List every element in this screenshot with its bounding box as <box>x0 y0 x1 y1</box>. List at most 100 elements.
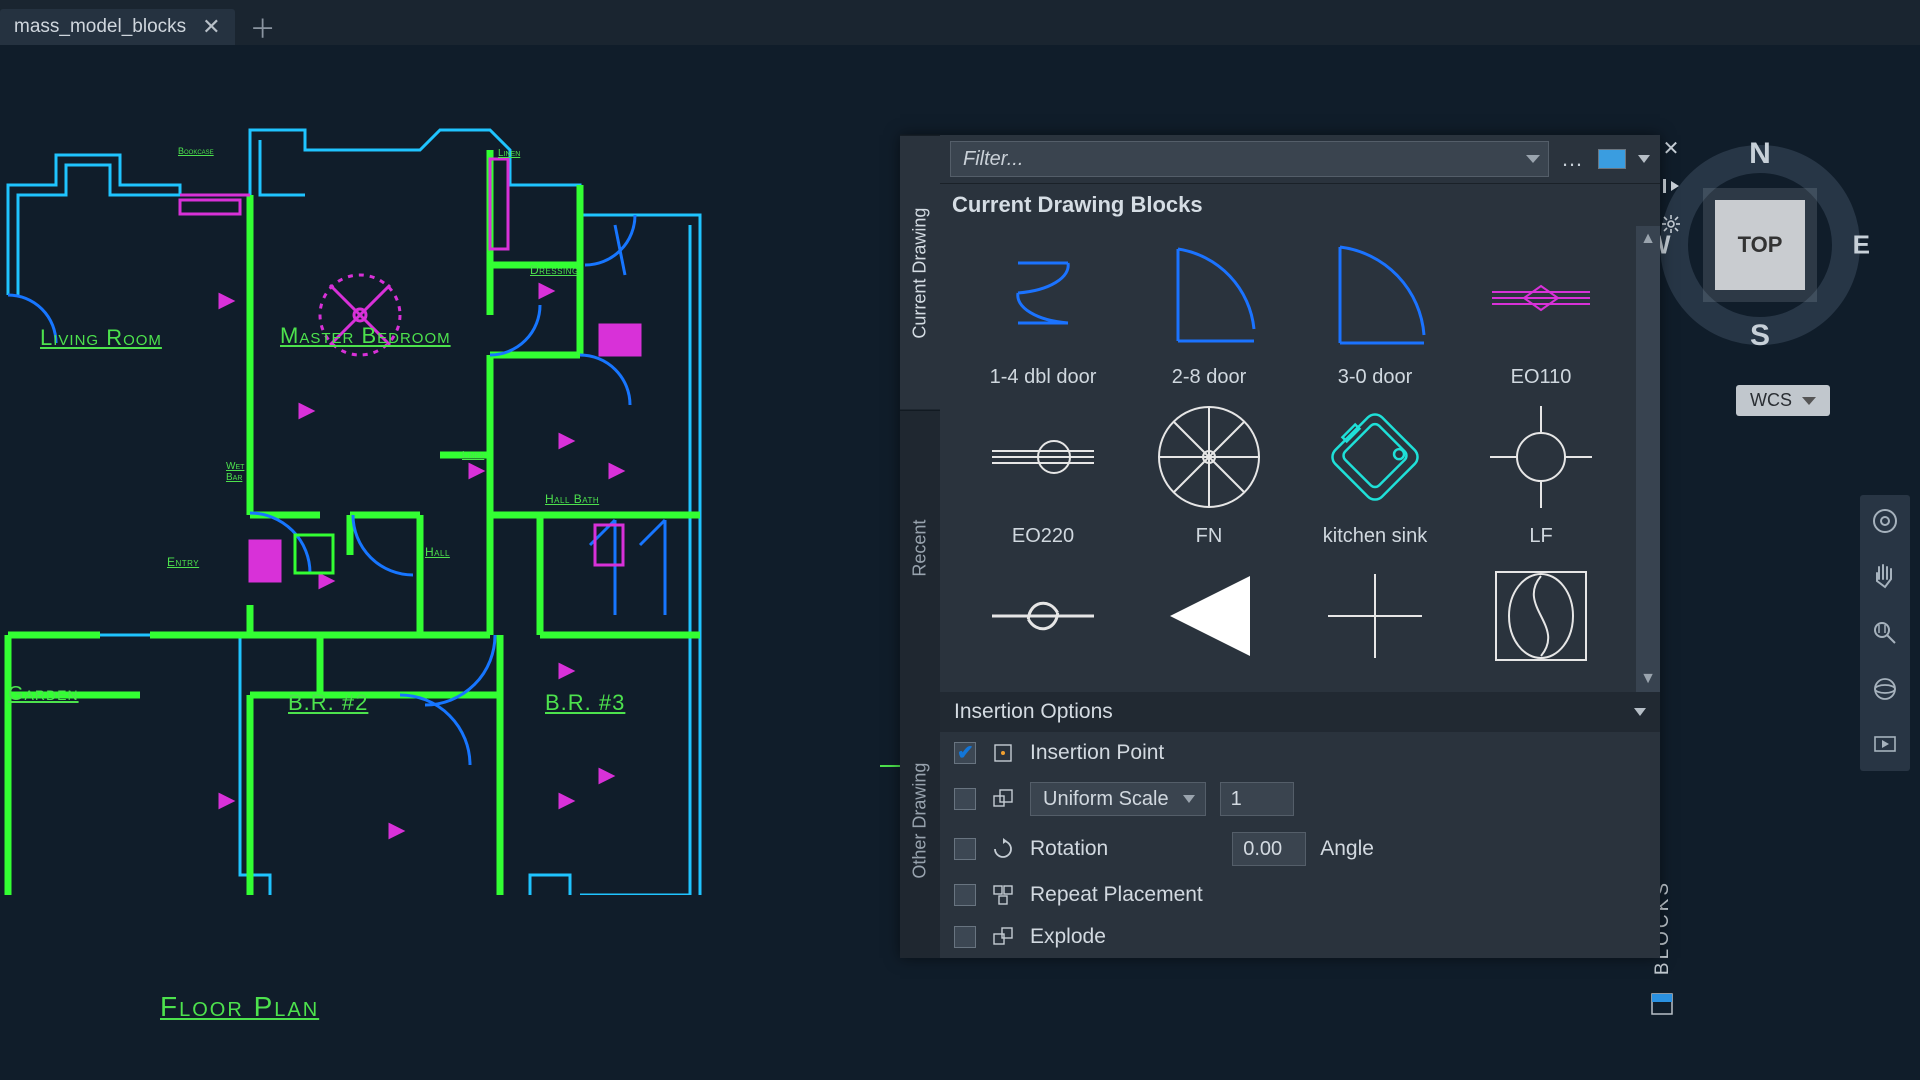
scale-icon <box>990 786 1016 812</box>
filter-placeholder: Filter... <box>963 148 1023 171</box>
room-label-dressing: Dressing <box>530 263 579 277</box>
palette-settings-icon[interactable] <box>1658 211 1684 237</box>
block-item-28-door[interactable]: 2-8 door <box>1126 234 1292 393</box>
room-label-bookcase: Bookcase <box>178 146 214 156</box>
block-label: FN <box>1196 525 1223 548</box>
close-tab-icon[interactable]: ✕ <box>202 14 220 40</box>
coord-label: WCS <box>1750 390 1792 411</box>
browse-button[interactable]: … <box>1561 146 1586 172</box>
chevron-down-icon <box>1634 708 1646 716</box>
thumbnail-style-icon[interactable] <box>1598 149 1626 169</box>
side-tab-current-drawing[interactable]: Current Drawing <box>900 135 940 410</box>
room-label-hall: Hall <box>425 545 450 559</box>
orbit-icon[interactable] <box>1869 673 1901 705</box>
navigation-bar <box>1860 495 1910 771</box>
room-label-linen2: Linen <box>462 450 484 461</box>
option-repeat: Repeat Placement <box>940 874 1660 916</box>
block-item-lf[interactable]: LF <box>1458 393 1624 552</box>
block-label: EO110 <box>1511 366 1572 389</box>
show-motion-icon[interactable] <box>1869 729 1901 761</box>
scroll-down-icon[interactable]: ▼ <box>1636 666 1660 692</box>
option-scale: Uniform Scale 1 <box>940 774 1660 824</box>
scale-checkbox[interactable] <box>954 788 976 810</box>
scale-value-input[interactable]: 1 <box>1220 782 1294 816</box>
new-tab-button[interactable]: ＋ <box>245 9 281 45</box>
rotation-label: Rotation <box>1030 837 1108 861</box>
block-label: 2-8 door <box>1172 366 1247 389</box>
room-label-living: Living Room <box>40 325 162 351</box>
room-label-linen1: Linen <box>498 148 520 159</box>
room-label-garden: Garden <box>8 683 79 706</box>
palette-properties-icon[interactable] <box>1648 990 1676 1023</box>
scale-mode-select[interactable]: Uniform Scale <box>1030 782 1206 816</box>
option-explode: Explode <box>940 916 1660 958</box>
palette-side-tabs: Current Drawing Recent Other Drawing <box>900 135 940 958</box>
room-label-br3: B.R. #3 <box>545 690 625 716</box>
viewcube-south[interactable]: S <box>1750 319 1770 353</box>
insertion-point-checkbox[interactable] <box>954 742 976 764</box>
option-rotation: Rotation 0.00 Angle <box>940 824 1660 874</box>
repeat-label: Repeat Placement <box>1030 883 1203 907</box>
options-title: Insertion Options <box>954 700 1113 724</box>
block-item-30-door[interactable]: 3-0 door <box>1292 234 1458 393</box>
viewcube-north[interactable]: N <box>1749 137 1771 171</box>
coordinate-system-dropdown[interactable]: WCS <box>1736 385 1830 416</box>
chevron-down-icon <box>1183 795 1195 803</box>
side-tab-other-drawing[interactable]: Other Drawing <box>900 684 940 958</box>
side-tab-recent[interactable]: Recent <box>900 410 940 685</box>
close-palette-icon[interactable]: ✕ <box>1658 135 1684 161</box>
rotation-value-input[interactable]: 0.00 <box>1232 832 1306 866</box>
chevron-down-icon[interactable] <box>1526 155 1540 163</box>
block-item-9[interactable] <box>960 552 1126 688</box>
document-tab[interactable]: mass_model_blocks ✕ <box>0 9 235 45</box>
section-title: Current Drawing Blocks <box>940 184 1660 226</box>
room-label-wetbar: Wet Bar <box>226 461 244 483</box>
room-label-br2: B.R. #2 <box>288 690 368 716</box>
rotation-unit-label: Angle <box>1320 837 1374 861</box>
drawing-title: Floor Plan <box>160 991 319 1023</box>
block-label: LF <box>1529 525 1552 548</box>
viewcube[interactable]: N S E W TOP <box>1660 145 1860 345</box>
block-item-kitchen-sink[interactable]: kitchen sink <box>1292 393 1458 552</box>
palette-controls: ✕ <box>1658 135 1684 237</box>
dock-palette-icon[interactable] <box>1658 173 1684 199</box>
steering-wheel-icon[interactable] <box>1869 505 1901 537</box>
blocks-palette: Current Drawing Recent Other Drawing Fil… <box>900 135 1660 958</box>
insertion-point-icon <box>990 740 1016 766</box>
grid-scrollbar[interactable]: ▲ ▼ <box>1636 226 1660 692</box>
block-item-11[interactable] <box>1292 552 1458 688</box>
viewcube-top-face[interactable]: TOP <box>1715 200 1805 290</box>
explode-checkbox[interactable] <box>954 926 976 948</box>
tab-bar: mass_model_blocks ✕ ＋ <box>0 0 1920 45</box>
explode-icon <box>990 924 1016 950</box>
pan-icon[interactable] <box>1869 561 1901 593</box>
block-item-10[interactable] <box>1126 552 1292 688</box>
explode-label: Explode <box>1030 925 1106 949</box>
viewcube-east[interactable]: E <box>1853 230 1870 261</box>
view-options-dropdown[interactable] <box>1638 155 1650 163</box>
rotation-checkbox[interactable] <box>954 838 976 860</box>
block-label: 1-4 dbl door <box>990 366 1097 389</box>
block-item-12[interactable] <box>1458 552 1624 688</box>
block-item-dbl-door[interactable]: 1-4 dbl door <box>960 234 1126 393</box>
filter-input[interactable]: Filter... <box>950 141 1549 177</box>
chevron-down-icon <box>1802 397 1816 405</box>
room-label-master: Master Bedroom <box>280 323 451 349</box>
block-item-eo110[interactable]: EO110 <box>1458 234 1624 393</box>
block-label: 3-0 door <box>1338 366 1413 389</box>
insertion-options-header[interactable]: Insertion Options <box>940 692 1660 732</box>
block-label: EO220 <box>1012 525 1074 548</box>
room-label-hallbath: Hall Bath <box>545 492 599 506</box>
insertion-point-label: Insertion Point <box>1030 741 1164 765</box>
option-insertion-point: Insertion Point <box>940 732 1660 774</box>
repeat-checkbox[interactable] <box>954 884 976 906</box>
block-item-fn[interactable]: FN <box>1126 393 1292 552</box>
rotation-icon <box>990 836 1016 862</box>
tab-title: mass_model_blocks <box>14 16 186 38</box>
floor-plan-drawing <box>0 95 720 895</box>
block-item-eo220[interactable]: EO220 <box>960 393 1126 552</box>
block-label: kitchen sink <box>1323 525 1428 548</box>
repeat-icon <box>990 882 1016 908</box>
zoom-extents-icon[interactable] <box>1869 617 1901 649</box>
scroll-up-icon[interactable]: ▲ <box>1636 226 1660 252</box>
